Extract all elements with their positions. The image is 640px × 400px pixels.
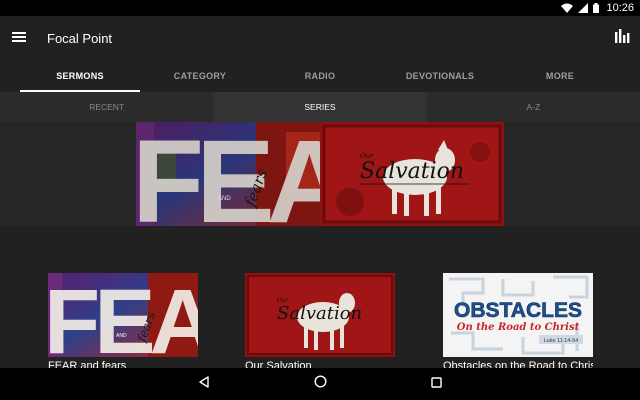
featured-salvation-art[interactable]: Salvation Our xyxy=(320,122,504,226)
recents-icon xyxy=(430,375,442,393)
system-nav-bar xyxy=(0,368,640,400)
home-icon xyxy=(313,375,327,393)
status-bar: 10:26 xyxy=(0,0,640,16)
main-tabs: SERMONS CATEGORY RADIO DEVOTIONALS MORE xyxy=(0,60,640,92)
salvation-card-prefix: Our xyxy=(277,297,290,304)
obstacles-card-ref: Luke 11:14-54 xyxy=(544,338,579,344)
back-icon xyxy=(198,375,210,393)
stats-button[interactable] xyxy=(610,26,634,50)
featured-banner: FEAR AND fears Salvation Our xyxy=(0,122,640,226)
hamburger-menu-icon xyxy=(12,29,26,47)
fear-card-and: AND xyxy=(116,333,127,339)
subtab-a-z[interactable]: A-Z xyxy=(427,92,640,122)
battery-icon xyxy=(593,3,600,13)
obstacles-card-sub: On the Road to Christ xyxy=(457,322,580,333)
app-title: Focal Point xyxy=(47,30,113,46)
salvation-banner-text: Salvation xyxy=(360,159,464,184)
tab-more[interactable]: MORE xyxy=(500,60,620,92)
salvation-banner-prefix: Our xyxy=(360,152,374,160)
menu-button[interactable] xyxy=(0,16,38,60)
bar-chart-icon xyxy=(614,28,630,48)
series-thumbnail: Salvation Our xyxy=(245,273,395,357)
series-grid: FEAR AND fears FEAR and fears Salvation xyxy=(0,226,640,370)
tab-sermons[interactable]: SERMONS xyxy=(20,60,140,92)
wifi-icon xyxy=(561,3,574,13)
recents-button[interactable] xyxy=(424,372,448,396)
sub-tabs: RECENT SERIES A-Z xyxy=(0,92,640,122)
back-button[interactable] xyxy=(192,372,216,396)
fear-card-text: FEAR xyxy=(48,273,198,357)
app-bar: Focal Point xyxy=(0,16,640,60)
salvation-card-text: Salvation xyxy=(277,303,362,324)
tab-devotionals[interactable]: DEVOTIONALS xyxy=(380,60,500,92)
obstacles-card-text: OBSTACLES xyxy=(454,299,582,322)
status-clock: 10:26 xyxy=(606,2,634,14)
series-thumbnail: FEAR AND fears xyxy=(48,273,198,357)
series-card[interactable]: OBSTACLES On the Road to Christ Luke 11:… xyxy=(443,273,593,370)
featured-strip: FEAR AND fears Salvation Our xyxy=(136,122,504,226)
featured-fear-art[interactable]: FEAR AND fears xyxy=(136,122,320,226)
tab-category[interactable]: CATEGORY xyxy=(140,60,260,92)
series-thumbnail: OBSTACLES On the Road to Christ Luke 11:… xyxy=(443,273,593,357)
series-card[interactable]: FEAR AND fears FEAR and fears xyxy=(48,273,198,370)
series-card[interactable]: Salvation Our Our Salvation xyxy=(245,273,395,370)
cell-signal-icon xyxy=(578,3,589,13)
tab-radio[interactable]: RADIO xyxy=(260,60,380,92)
subtab-series[interactable]: SERIES xyxy=(213,92,427,122)
subtab-recent[interactable]: RECENT xyxy=(0,92,213,122)
home-button[interactable] xyxy=(308,372,332,396)
